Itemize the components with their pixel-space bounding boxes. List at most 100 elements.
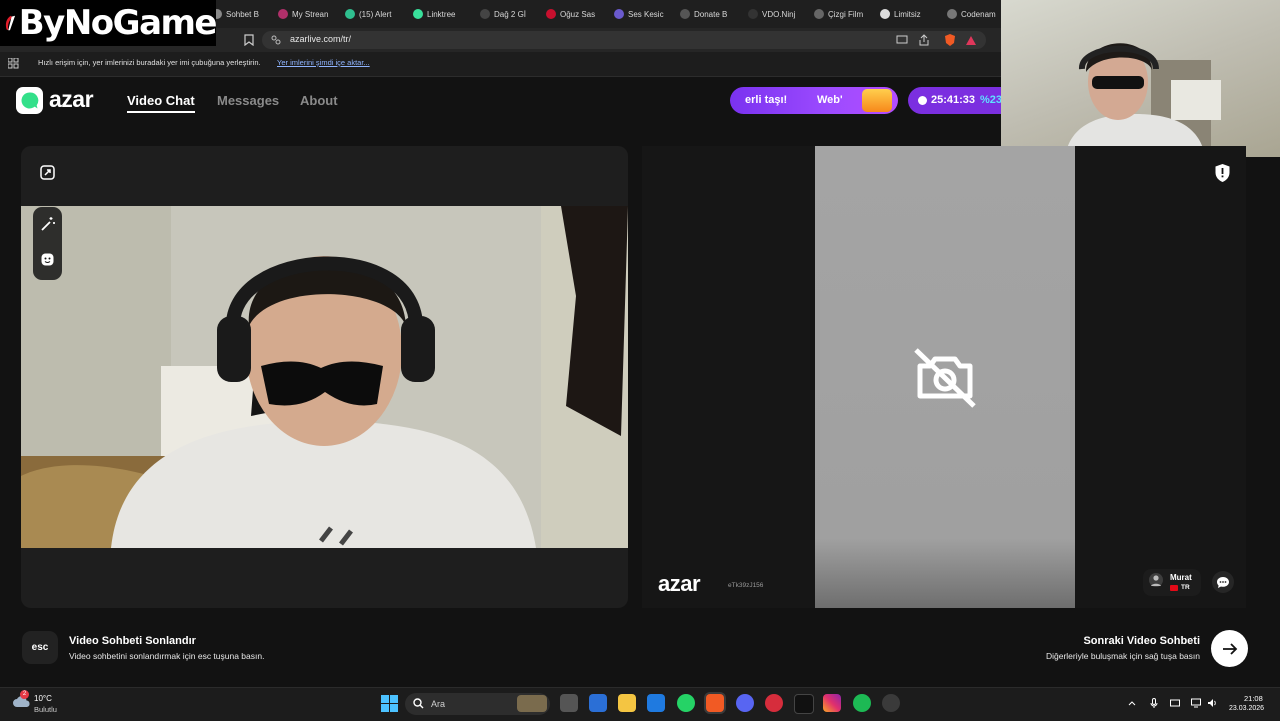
brave-shield-icon[interactable]: [943, 33, 957, 47]
end-chat-description: Video sohbetini sonlandırmak için esc tu…: [69, 651, 265, 661]
tab-label: VDO.Ninj: [762, 9, 796, 19]
next-chat-title: Sonraki Video Sohbeti: [1083, 635, 1200, 647]
clock-time[interactable]: 21:08: [1244, 694, 1263, 703]
webcam-person: [1065, 43, 1205, 157]
bookmark-icon[interactable]: [244, 34, 254, 46]
esc-key-button[interactable]: esc: [22, 631, 58, 664]
nav-messages[interactable]: Messages: [217, 93, 279, 108]
task-view-icon[interactable]: [560, 694, 578, 712]
microphone-icon[interactable]: [1149, 698, 1159, 708]
tab-favicon-icon: [480, 9, 490, 19]
azar-logo-icon[interactable]: [16, 87, 43, 114]
user-icon: [1151, 575, 1161, 586]
search-placeholder: Ara: [431, 699, 446, 709]
tab-favicon-icon: [814, 9, 824, 19]
local-camera-feed: [21, 206, 628, 548]
next-chat-description: Diğerleriyle buluşmak için sağ tuşa bası…: [1045, 651, 1200, 661]
filter-button[interactable]: [37, 214, 58, 235]
url-text: azarlive.com/tr/: [290, 34, 352, 44]
chevron-up-icon[interactable]: [1127, 698, 1137, 708]
browser-tab[interactable]: Oğuz Sas: [546, 4, 606, 24]
url-field[interactable]: [262, 31, 986, 49]
report-button[interactable]: [1212, 162, 1233, 184]
brave-rewards-icon[interactable]: [965, 35, 977, 46]
whatsapp-icon[interactable]: [677, 694, 695, 712]
bookmark-hint-text: Hızlı erişim için, yer imlerinizi burada…: [38, 58, 261, 67]
clock-date[interactable]: 23.03.2026: [1229, 705, 1264, 712]
browser-tab[interactable]: Ses Kesic: [614, 4, 674, 24]
nav-video-chat[interactable]: Video Chat: [127, 93, 195, 108]
tab-favicon-icon: [345, 9, 355, 19]
browser-tab[interactable]: (15) Alert: [345, 4, 405, 24]
peer-name: Murat: [1170, 573, 1192, 582]
stream-overlay-logo: ByNoGame: [0, 0, 218, 46]
tab-label: (15) Alert: [359, 9, 392, 19]
site-settings-icon[interactable]: [271, 35, 281, 45]
tab-label: Ses Kesic: [628, 9, 664, 19]
browser-tab[interactable]: My Strean: [278, 4, 338, 24]
expand-icon: [40, 165, 55, 180]
discord-icon[interactable]: [736, 694, 754, 712]
display-icon[interactable]: [1191, 698, 1201, 708]
tab-label: Donate B: [694, 9, 728, 19]
chat-bubble-icon: [1217, 576, 1229, 588]
tab-label: Linktree: [427, 9, 456, 19]
active-nav-underline: [127, 111, 195, 113]
browser-tab[interactable]: Donate B: [680, 4, 740, 24]
windows-start-icon[interactable]: [381, 695, 398, 712]
mask-button[interactable]: [37, 249, 58, 270]
browser-tab[interactable]: Dağ 2 Gİ: [480, 4, 540, 24]
brave-browser-icon[interactable]: [706, 694, 724, 712]
tab-favicon-icon: [947, 9, 957, 19]
discount-percent: %23: [980, 94, 1003, 106]
file-explorer-icon[interactable]: [618, 694, 636, 712]
peer-country: TR: [1181, 584, 1190, 591]
browser-tab[interactable]: Sohbet B: [212, 4, 272, 24]
tiktok-icon[interactable]: [794, 694, 814, 714]
end-chat-title: Video Sohbeti Sonlandır: [69, 635, 196, 647]
nav-about[interactable]: About: [300, 93, 338, 108]
overlay-logo-text: ByNoGame: [18, 3, 218, 43]
camera-off-icon: [914, 348, 976, 408]
keyboard-icon[interactable]: [1170, 698, 1180, 708]
import-bookmarks-link[interactable]: Yer imlerini şimdi içe aktar...: [277, 58, 370, 67]
tab-label: Limitsiz: [894, 9, 921, 19]
apps-grid-icon[interactable]: [8, 58, 19, 69]
tab-favicon-icon: [546, 9, 556, 19]
windows-taskbar: [0, 687, 1280, 721]
instagram-icon[interactable]: [823, 694, 841, 712]
browser-tab[interactable]: Limitsiz: [880, 4, 940, 24]
browser-tab[interactable]: Linktree: [413, 4, 473, 24]
chat-button[interactable]: [1212, 571, 1234, 593]
clock-icon: [918, 96, 927, 105]
weather-badge: 2: [20, 690, 29, 699]
weather-description: Bulutlu: [34, 705, 57, 714]
tab-label: Dağ 2 Gİ: [494, 9, 527, 19]
expand-button[interactable]: [37, 162, 58, 183]
tab-label: Codenam: [961, 9, 996, 19]
store-icon[interactable]: [589, 694, 607, 712]
browser-tab[interactable]: VDO.Ninj: [748, 4, 808, 24]
tab-favicon-icon: [278, 9, 288, 19]
tab-label: Sohbet B: [226, 9, 259, 19]
tab-favicon-icon: [880, 9, 890, 19]
browser-tab[interactable]: Çizgi Film: [814, 4, 874, 24]
turkey-flag-icon: [1170, 585, 1178, 591]
tab-favicon-icon: [413, 9, 423, 19]
tab-label: Çizgi Film: [828, 9, 864, 19]
volume-icon[interactable]: [1207, 698, 1217, 708]
azar-logo-text[interactable]: azar: [49, 86, 94, 113]
next-chat-button[interactable]: [1211, 630, 1248, 667]
tab-favicon-icon: [748, 9, 758, 19]
bynogame-logo-icon: [5, 15, 16, 31]
spotify-icon[interactable]: [853, 694, 871, 712]
tab-label: Oğuz Sas: [560, 9, 596, 19]
cast-icon[interactable]: [896, 35, 908, 45]
obs-icon[interactable]: [882, 694, 900, 712]
outlook-icon[interactable]: [647, 694, 665, 712]
browser-tab[interactable]: Codenam: [947, 4, 1001, 24]
search-highlight-image: [517, 695, 547, 712]
promo-banner[interactable]: erli taşı! Web': [730, 87, 898, 114]
share-icon[interactable]: [918, 34, 930, 46]
app-icon[interactable]: [765, 694, 783, 712]
